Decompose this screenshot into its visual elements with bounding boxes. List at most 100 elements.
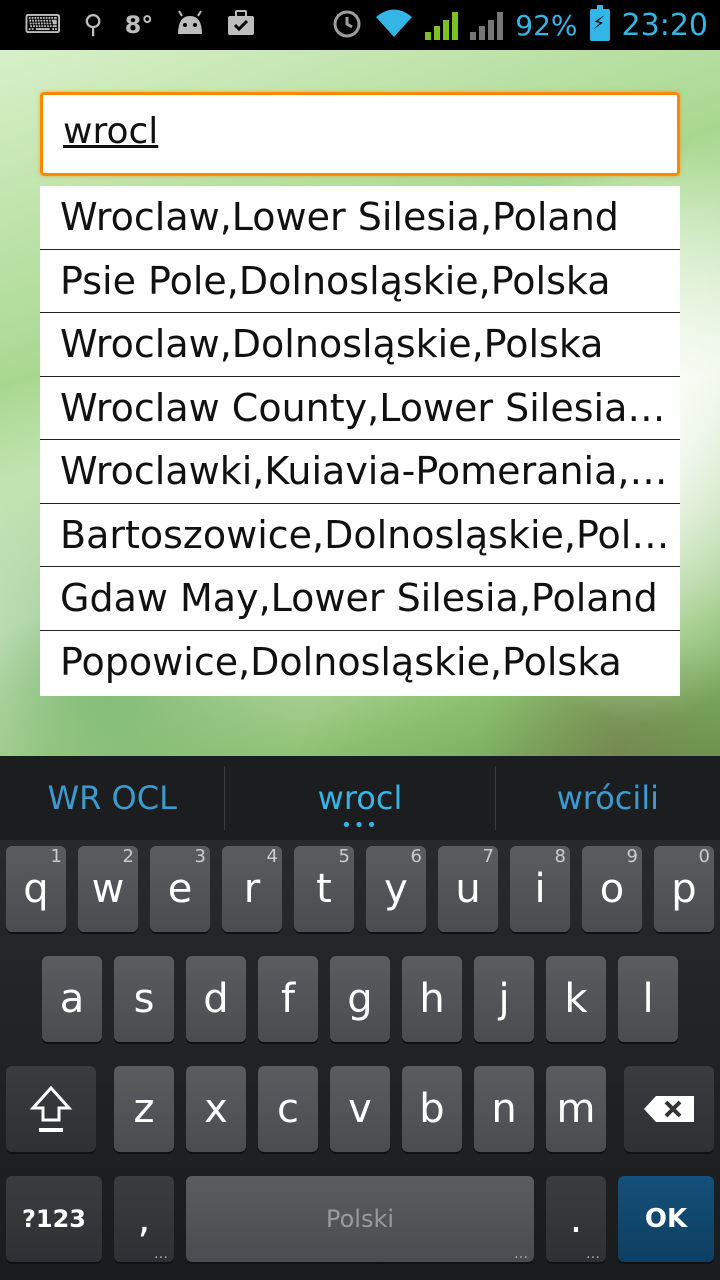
status-bar: ⌨ ⚲ 8° 92% 23:20	[0, 0, 720, 50]
space-key[interactable]: Polski …	[186, 1176, 534, 1262]
signal-icon	[425, 10, 459, 40]
key-y-label: y	[384, 866, 408, 912]
suggestion-item[interactable]: Psie Pole,Dolnosląskie,Polska	[40, 250, 680, 313]
key-s[interactable]: s	[114, 956, 174, 1042]
symbols-key[interactable]: ?123	[6, 1176, 102, 1262]
backspace-key[interactable]	[624, 1066, 714, 1152]
key-t-hint: 5	[338, 846, 350, 867]
more-icon: …	[514, 1246, 528, 1262]
key-q-hint: 1	[50, 846, 62, 867]
signal-icon-secondary	[470, 10, 504, 40]
suggestion-item[interactable]: Popowice,Dolnosląskie,Polska	[40, 631, 680, 695]
key-i-hint: 8	[554, 846, 566, 867]
key-e[interactable]: e3	[150, 846, 210, 932]
key-m-label: m	[556, 1086, 596, 1132]
key-t[interactable]: t5	[294, 846, 354, 932]
battery-icon	[589, 5, 610, 41]
key-r[interactable]: r4	[222, 846, 282, 932]
key-n[interactable]: n	[474, 1066, 534, 1152]
suggestion-item[interactable]: Wroclaw,Lower Silesia,Poland	[40, 186, 680, 250]
key-x[interactable]: x	[186, 1066, 246, 1152]
key-u-hint: 7	[482, 846, 494, 867]
key-y[interactable]: y6	[366, 846, 426, 932]
key-p[interactable]: p0	[654, 846, 714, 932]
key-z-label: z	[133, 1086, 155, 1132]
suggestion-item[interactable]: Wroclaw,Dolnosląskie,Polska	[40, 313, 680, 377]
key-e-hint: 3	[194, 846, 206, 867]
key-u-label: u	[455, 866, 481, 912]
key-e-label: e	[167, 866, 193, 912]
suggestion-item[interactable]: Gdaw May,Lower Silesia,Poland	[40, 567, 680, 631]
backspace-icon	[644, 1096, 694, 1122]
period-key-label: .	[569, 1196, 583, 1242]
candidate-2[interactable]: wrocl •••	[225, 756, 494, 840]
key-a[interactable]: a	[42, 956, 102, 1042]
key-k-label: k	[564, 976, 588, 1022]
key-x-label: x	[204, 1086, 228, 1132]
wifi-icon	[375, 8, 413, 43]
key-o[interactable]: o9	[582, 846, 642, 932]
key-w[interactable]: w2	[78, 846, 138, 932]
key-h[interactable]: h	[402, 956, 462, 1042]
candidate-1[interactable]: WR OCL	[0, 756, 224, 840]
key-p-label: p	[671, 866, 697, 912]
key-b[interactable]: b	[402, 1066, 462, 1152]
key-m[interactable]: m	[546, 1066, 606, 1152]
key-u[interactable]: u7	[438, 846, 498, 932]
key-d-label: d	[203, 976, 229, 1022]
key-c[interactable]: c	[258, 1066, 318, 1152]
usb-icon: ⚲	[83, 10, 103, 40]
key-q[interactable]: q1	[6, 846, 66, 932]
suggestion-list: Wroclaw,Lower Silesia,Poland Psie Pole,D…	[40, 186, 680, 696]
key-o-label: o	[599, 866, 625, 912]
key-r-hint: 4	[266, 846, 278, 867]
suggestion-item[interactable]: Wroclaw County,Lower Silesia,Poland	[40, 377, 680, 440]
more-candidates-icon: •••	[341, 815, 379, 836]
candidate-3[interactable]: wrócili	[496, 756, 720, 840]
key-d[interactable]: d	[186, 956, 246, 1042]
shift-key[interactable]	[6, 1066, 96, 1152]
key-z[interactable]: z	[114, 1066, 174, 1152]
key-h-label: h	[419, 976, 445, 1022]
suggestion-item[interactable]: Bartoszowice,Dolnosląskie,Polska	[40, 504, 680, 567]
key-p-hint: 0	[698, 846, 710, 867]
key-j[interactable]: j	[474, 956, 534, 1042]
key-i[interactable]: i8	[510, 846, 570, 932]
key-w-hint: 2	[122, 846, 134, 867]
more-icon: …	[154, 1246, 168, 1262]
key-j-label: j	[498, 976, 510, 1022]
keyboard-icon: ⌨	[24, 10, 62, 40]
ok-key-label: OK	[644, 1204, 688, 1234]
key-t-label: t	[316, 866, 332, 912]
key-f[interactable]: f	[258, 956, 318, 1042]
comma-key-label: ,	[137, 1196, 151, 1242]
key-g[interactable]: g	[330, 956, 390, 1042]
period-key[interactable]: .…	[546, 1176, 606, 1262]
key-i-label: i	[534, 866, 546, 912]
key-a-label: a	[59, 976, 85, 1022]
key-c-label: c	[277, 1086, 299, 1132]
candidate-bar: WR OCL wrocl ••• wrócili	[0, 756, 720, 840]
clock-time: 23:20	[621, 7, 708, 43]
battery-percent: 92%	[515, 8, 578, 42]
android-icon	[175, 9, 205, 41]
key-v[interactable]: v	[330, 1066, 390, 1152]
search-input-value: wrocl	[63, 111, 159, 152]
search-input[interactable]: wrocl	[40, 92, 680, 176]
key-n-label: n	[491, 1086, 517, 1132]
key-v-label: v	[348, 1086, 372, 1132]
key-k[interactable]: k	[546, 956, 606, 1042]
key-l-label: l	[642, 976, 654, 1022]
key-r-label: r	[243, 866, 261, 912]
soft-keyboard: WR OCL wrocl ••• wrócili q1w2e3r4t5y6u7i…	[0, 756, 720, 1280]
comma-key[interactable]: ,…	[114, 1176, 174, 1262]
key-s-label: s	[133, 976, 155, 1022]
alarm-icon	[331, 7, 363, 44]
suggestion-item[interactable]: Wroclawki,Kuiavia-Pomerania,Poland	[40, 440, 680, 504]
key-l[interactable]: l	[618, 956, 678, 1042]
key-b-label: b	[419, 1086, 445, 1132]
ok-key[interactable]: OK	[618, 1176, 714, 1262]
key-q-label: q	[23, 866, 49, 912]
key-y-hint: 6	[410, 846, 422, 867]
space-key-label: Polski	[325, 1205, 395, 1233]
